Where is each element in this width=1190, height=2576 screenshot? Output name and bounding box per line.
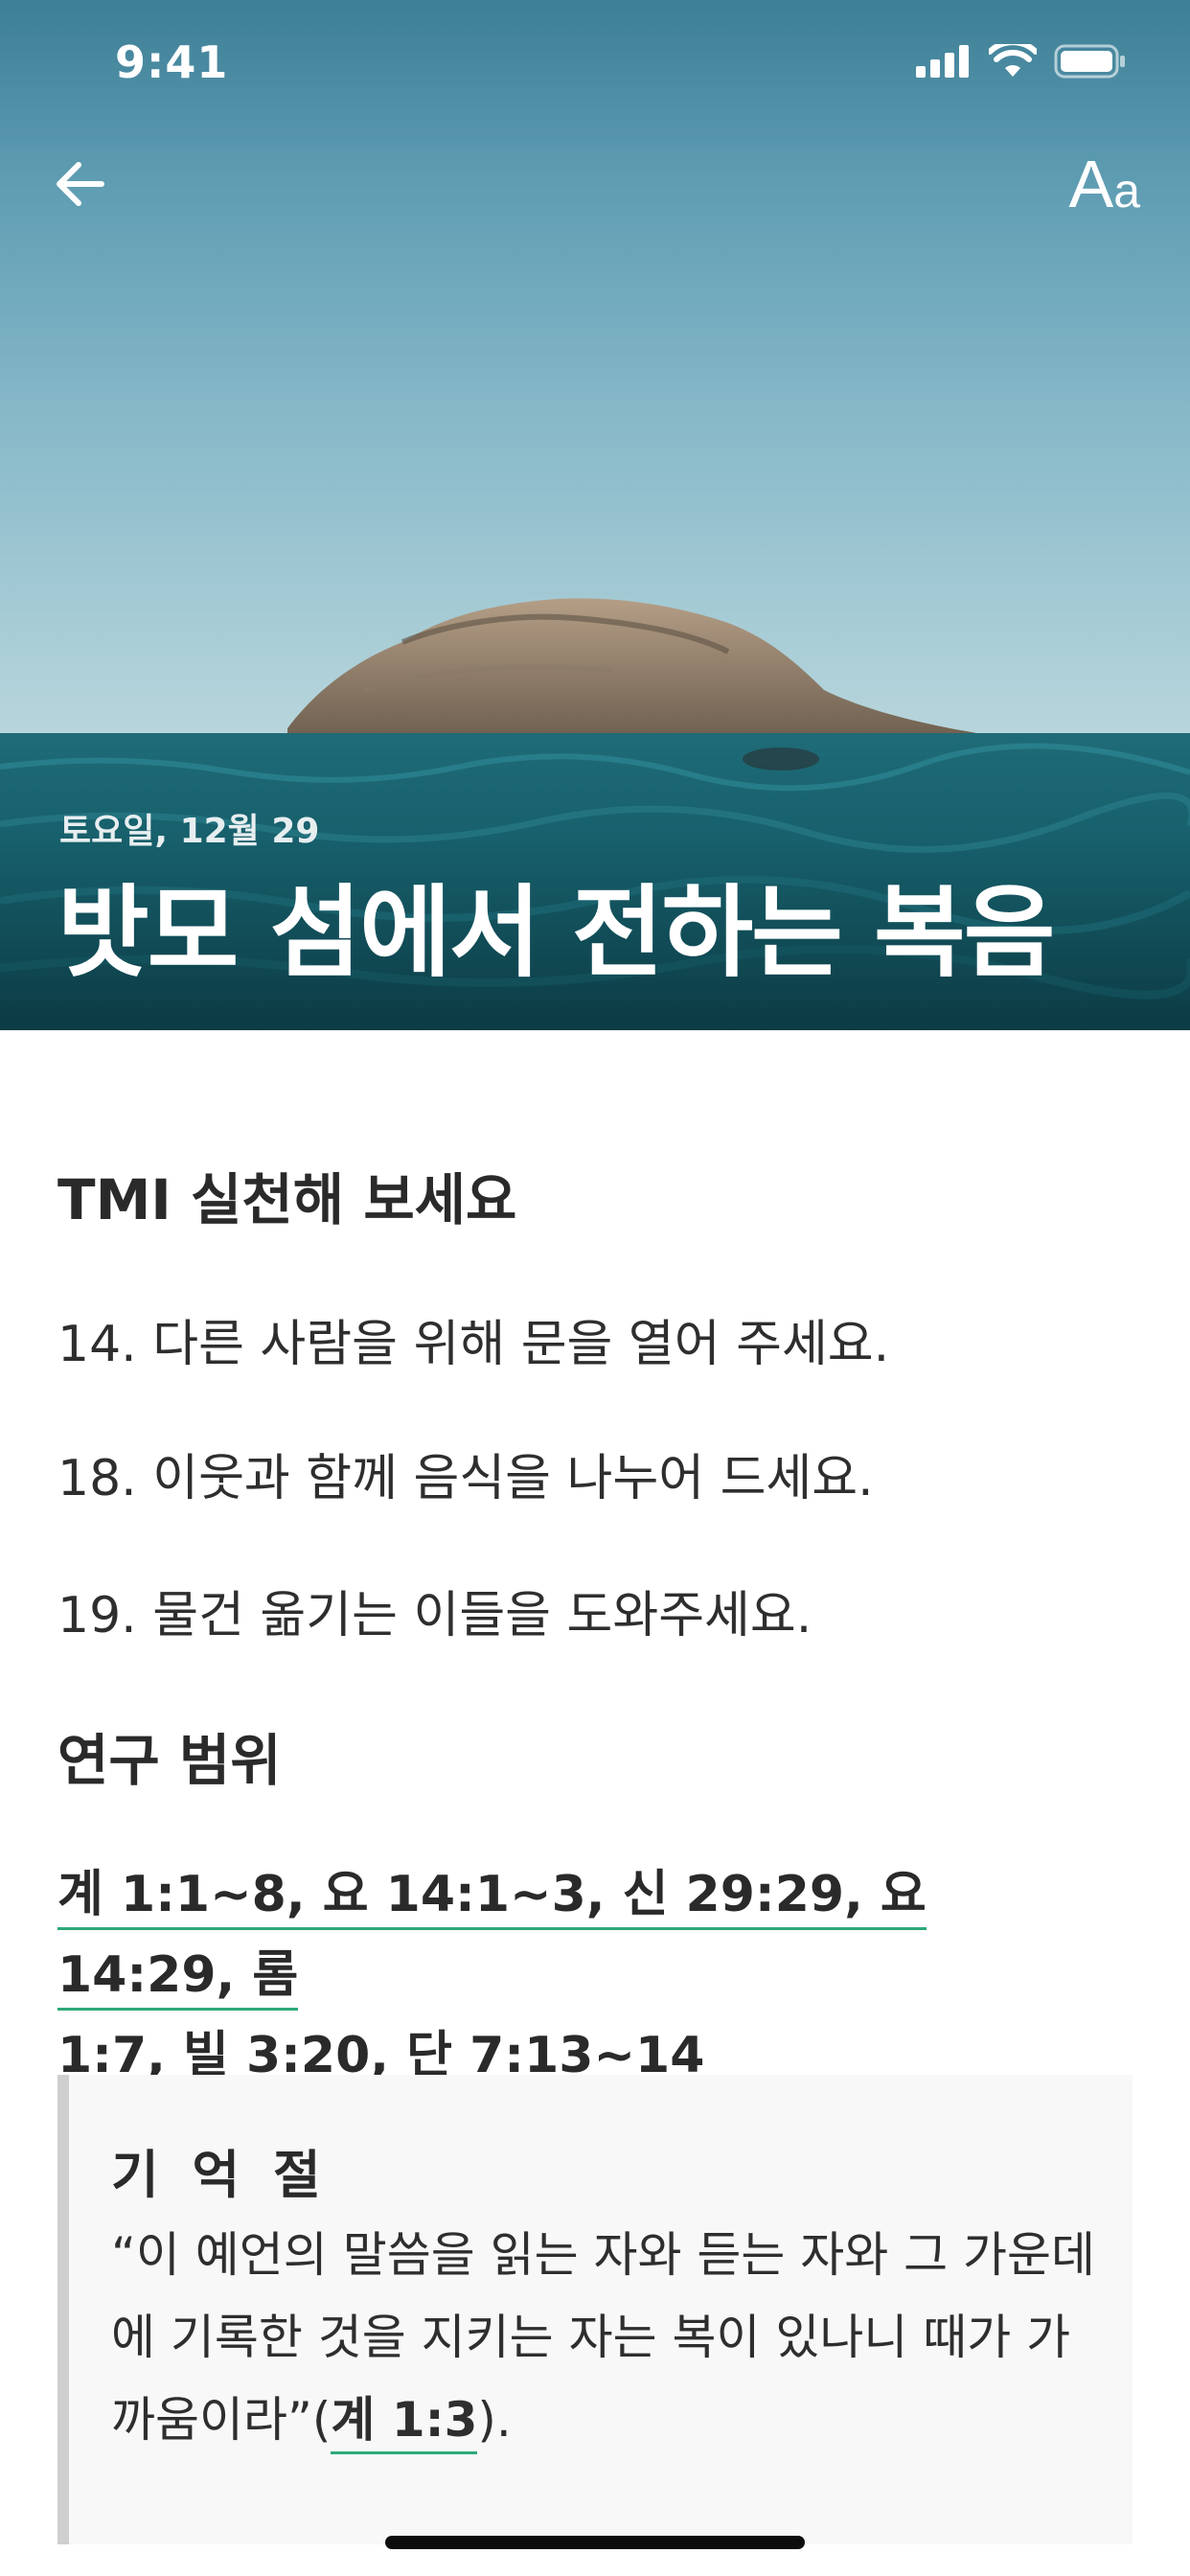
tmi-item: 19. 물건 옮기는 이들을 도와주세요.	[57, 1587, 812, 1644]
tmi-item: 14. 다른 사람을 위해 문을 열어 주세요.	[57, 1316, 890, 1373]
tmi-heading: TMI 실천해 보세요	[57, 1167, 517, 1232]
reference-link-line1[interactable]: 계 1:1~8, 요 14:1~3, 신 29:29, 요 14:29, 롬	[57, 1866, 927, 2011]
lesson-date: 토요일, 12월 29	[59, 812, 320, 851]
memory-verse-box: 기 억 절 “이 예언의 말씀을 읽는 자와 듣는 자와 그 가운데에 기록한 …	[57, 2075, 1133, 2544]
battery-icon	[1054, 44, 1125, 79]
back-button[interactable]	[50, 153, 111, 215]
hero-banner: 9:41 A a 토요일, 12월 29 밧모 섬에서 전하는 복음	[0, 0, 1190, 1030]
font-size-icon-large: A	[1068, 147, 1114, 221]
memory-verse-reference[interactable]: 계 1:3	[331, 2392, 478, 2454]
memory-verse-closing: ).	[477, 2392, 512, 2448]
memory-verse-text: “이 예언의 말씀을 읽는 자와 듣는 자와 그 가운데에 기록한 것을 지키는…	[111, 2214, 1108, 2461]
status-time: 9:41	[115, 36, 229, 88]
status-icons	[916, 44, 1127, 79]
study-range-heading: 연구 범위	[57, 1728, 282, 1793]
study-references: 계 1:1~8, 요 14:1~3, 신 29:29, 요 14:29, 롬 1…	[57, 1854, 1073, 2096]
lesson-title: 밧모 섬에서 전하는 복음	[57, 874, 1055, 991]
memory-verse-title: 기 억 절	[111, 2145, 329, 2205]
signal-icon	[916, 45, 969, 78]
arrow-left-icon	[57, 162, 104, 206]
tmi-item: 18. 이웃과 함께 음식을 나누어 드세요.	[57, 1450, 874, 1507]
font-size-icon-small: a	[1113, 164, 1140, 218]
memory-verse-body: “이 예언의 말씀을 읽는 자와 듣는 자와 그 가운데에 기록한 것을 지키는…	[111, 2227, 1096, 2448]
status-bar: 9:41	[0, 0, 1190, 126]
font-size-button[interactable]: A a	[1068, 146, 1140, 222]
home-indicator	[385, 2536, 805, 2549]
wifi-icon	[989, 44, 1037, 77]
